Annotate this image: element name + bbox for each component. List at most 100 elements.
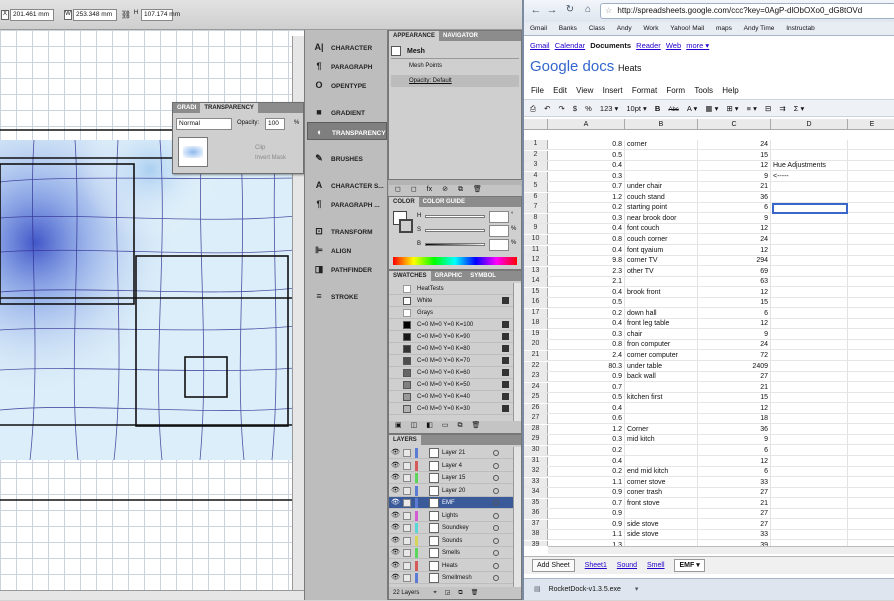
x-field[interactable]: 201.461 mm	[10, 9, 54, 21]
forward-icon[interactable]: →	[546, 4, 558, 16]
layer-row[interactable]: 👁 Heats	[389, 560, 513, 572]
cell-d[interactable]	[771, 330, 847, 339]
cell-d[interactable]	[771, 372, 847, 381]
cell-c[interactable]: 12	[698, 246, 770, 255]
tab-color[interactable]: COLOR	[389, 197, 419, 207]
target-icon[interactable]	[493, 487, 499, 494]
lock-toggle[interactable]	[403, 499, 411, 507]
lock-toggle[interactable]	[403, 461, 411, 470]
cell-a[interactable]: 0.3	[548, 214, 624, 223]
google-docs-logo[interactable]: Google docs	[530, 58, 614, 75]
cell-b[interactable]: corner computer	[625, 351, 697, 360]
strikethrough-button[interactable]: Abc	[668, 107, 678, 113]
clear-icon[interactable]: ◻	[395, 186, 401, 193]
swatch-scrollbar[interactable]	[513, 283, 521, 421]
cell-d[interactable]	[771, 309, 847, 318]
swatch-kinds-icon[interactable]: ◫	[411, 422, 418, 429]
layer-row[interactable]: 👁 Layer 4	[389, 460, 513, 472]
layer-row[interactable]: 👁 Layer 21	[389, 447, 513, 459]
eye-icon[interactable]: 👁	[391, 497, 400, 509]
cell-b[interactable]: coner trash	[625, 488, 697, 497]
row-header[interactable]: 7	[524, 203, 548, 213]
menu-edit[interactable]: Edit	[553, 86, 567, 95]
row-header[interactable]: 35	[524, 498, 548, 509]
target-icon[interactable]	[493, 450, 499, 456]
document-title[interactable]: Heats	[618, 63, 642, 73]
tab-graphic-styles[interactable]: GRAPHIC	[431, 271, 467, 281]
cell-a[interactable]: 0.8	[548, 140, 624, 149]
opacity-default[interactable]: Opacity: Default	[409, 78, 452, 84]
lock-toggle[interactable]	[403, 524, 411, 532]
cell-b[interactable]: down hall	[625, 309, 697, 318]
cell-a[interactable]: 1.1	[548, 478, 624, 487]
cell-a[interactable]: 0.4	[548, 288, 624, 297]
layer-row[interactable]: 👁 Sounds	[389, 535, 513, 547]
cell-a[interactable]: 0.3	[548, 435, 624, 444]
cell-d[interactable]	[771, 340, 847, 349]
tab-gradient[interactable]: GRADI	[173, 103, 200, 113]
cell-a[interactable]: 0.8	[548, 235, 624, 244]
cell-b[interactable]: Corner	[625, 425, 697, 434]
bookmark-andy[interactable]: Andy	[617, 22, 632, 35]
cell-a[interactable]: 0.2	[548, 446, 624, 455]
cell-c[interactable]: 15	[698, 298, 770, 307]
cell-a[interactable]: 2.3	[548, 267, 624, 276]
cell-a[interactable]: 0.7	[548, 383, 624, 392]
cell-b[interactable]	[625, 383, 697, 392]
cell-b[interactable]: corner stove	[625, 478, 697, 487]
row-header[interactable]: 25	[524, 393, 548, 403]
target-icon[interactable]	[493, 525, 499, 531]
cell-c[interactable]: 72	[698, 351, 770, 360]
cell-d[interactable]	[771, 362, 847, 371]
cell-c[interactable]: 6	[698, 309, 770, 318]
row-header[interactable]: 11	[524, 245, 548, 255]
swatch-libraries-icon[interactable]: ▣	[395, 422, 402, 429]
width-field[interactable]: 253.348 mm	[73, 9, 117, 21]
link-gmail[interactable]: Gmail	[530, 41, 550, 50]
cell-d[interactable]	[771, 151, 847, 160]
tab-transparency[interactable]: TRANSPARENCY	[200, 103, 258, 113]
trash-icon[interactable]: 🗑	[471, 590, 479, 596]
cell-b[interactable]: back wall	[625, 372, 697, 381]
cell-d[interactable]	[771, 182, 847, 191]
row-header[interactable]: 37	[524, 519, 548, 530]
cell-a[interactable]: 0.6	[548, 414, 624, 423]
row-header[interactable]: 38	[524, 530, 548, 540]
eye-icon[interactable]: 👁	[391, 485, 400, 497]
select-all-corner[interactable]	[524, 119, 548, 130]
saturation-slider[interactable]	[425, 229, 485, 232]
hue-slider[interactable]	[425, 215, 485, 218]
height-field[interactable]: 107.174 mm	[141, 9, 180, 21]
cell-d[interactable]	[771, 435, 847, 444]
swatch-item[interactable]: C=0 M=0 Y=0 K=60	[389, 367, 513, 379]
cell-d[interactable]	[771, 414, 847, 423]
bookmark-class[interactable]: Class	[589, 22, 605, 35]
target-icon[interactable]	[493, 462, 499, 469]
add-sheet-button[interactable]: Add Sheet	[532, 559, 575, 572]
lock-toggle[interactable]	[403, 549, 411, 557]
row-header[interactable]: 20	[524, 340, 548, 350]
swatch-options-icon[interactable]: ◧	[426, 422, 433, 429]
cell-c[interactable]: 6	[698, 467, 770, 476]
tab-navigator[interactable]: NAVIGATOR	[439, 31, 482, 41]
row-header[interactable]: 12	[524, 256, 548, 266]
cell-d[interactable]	[771, 319, 847, 328]
cell-a[interactable]: 0.4	[548, 319, 624, 328]
fill-color-button[interactable]: ▦ ▾	[705, 104, 718, 113]
menu-file[interactable]: File	[531, 86, 544, 95]
canvas-horizontal-scrollbar[interactable]	[0, 590, 304, 600]
home-icon[interactable]: ⌂	[582, 4, 594, 15]
menu-view[interactable]: View	[576, 86, 593, 95]
cell-b[interactable]: under chair	[625, 182, 697, 191]
cell-a[interactable]: 0.9	[548, 520, 624, 529]
menu-tools[interactable]: Tools	[694, 86, 713, 95]
trash-icon[interactable]: 🗑	[472, 422, 481, 429]
align-button[interactable]: ≡ ▾	[747, 104, 757, 113]
bookmark-work[interactable]: Work	[643, 22, 658, 35]
cell-b[interactable]: chair	[625, 330, 697, 339]
cell-d[interactable]	[771, 193, 847, 202]
cell-c[interactable]: 12	[698, 288, 770, 297]
cell-b[interactable]	[625, 161, 697, 170]
cell-c[interactable]: 2409	[698, 362, 770, 371]
row-header[interactable]: 14	[524, 277, 548, 287]
